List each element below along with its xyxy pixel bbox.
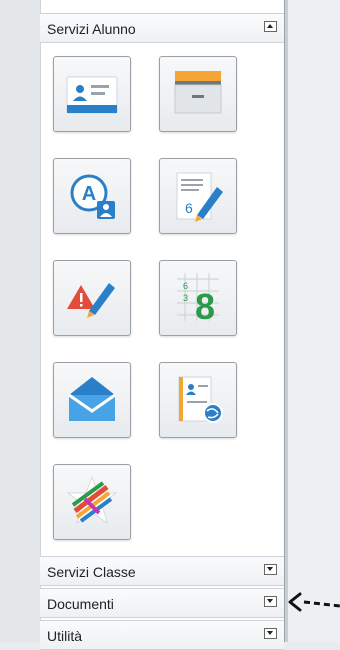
grid-big-digit: 8 xyxy=(195,286,215,327)
collapse-toggle-icon[interactable] xyxy=(264,21,277,32)
mail-envelope-icon xyxy=(68,377,116,421)
notes-warning-icon xyxy=(67,283,115,318)
tile-grades-notebook[interactable]: 6 xyxy=(159,158,237,234)
svg-text:A: A xyxy=(82,183,96,205)
section-title: Servizi Alunno xyxy=(47,21,136,37)
section-header-servizi-alunno[interactable]: Servizi Alunno xyxy=(40,13,284,43)
grid-small-top: 6 xyxy=(183,281,188,291)
section-header-utilita[interactable]: Utilità xyxy=(40,620,284,650)
expand-toggle-icon[interactable] xyxy=(264,564,277,575)
tile-grid-grades[interactable]: 6 3 8 xyxy=(159,260,237,336)
tile-student-card[interactable] xyxy=(53,56,131,132)
tile-notes-warning[interactable] xyxy=(53,260,131,336)
tile-file-drawer[interactable] xyxy=(159,56,237,132)
grid-grades-icon: 6 3 8 xyxy=(177,273,219,327)
tile-contact-globe[interactable] xyxy=(159,362,237,438)
file-drawer-icon xyxy=(174,71,222,114)
student-id-card-icon xyxy=(66,76,118,114)
right-background xyxy=(288,0,340,642)
colorful-star-icon xyxy=(66,475,118,525)
section-header-documenti[interactable]: Documenti xyxy=(40,588,284,618)
left-background xyxy=(0,0,40,642)
section-title: Servizi Classe xyxy=(47,564,136,580)
contact-globe-icon xyxy=(178,376,223,423)
tile-star[interactable] xyxy=(53,464,131,540)
annotation-arrow-icon xyxy=(288,592,340,612)
section-title: Documenti xyxy=(47,596,114,612)
tile-attendance[interactable]: A xyxy=(53,158,131,234)
grades-digit: 6 xyxy=(185,200,193,216)
grid-small-bottom: 3 xyxy=(183,293,188,303)
grades-notebook-icon: 6 xyxy=(176,172,223,222)
panel-splitter[interactable] xyxy=(285,0,288,642)
attendance-a-icon: A xyxy=(70,174,115,219)
expand-toggle-icon[interactable] xyxy=(264,596,277,607)
tile-mail[interactable] xyxy=(53,362,131,438)
section-header-servizi-classe[interactable]: Servizi Classe xyxy=(40,556,284,586)
expand-toggle-icon[interactable] xyxy=(264,628,277,639)
